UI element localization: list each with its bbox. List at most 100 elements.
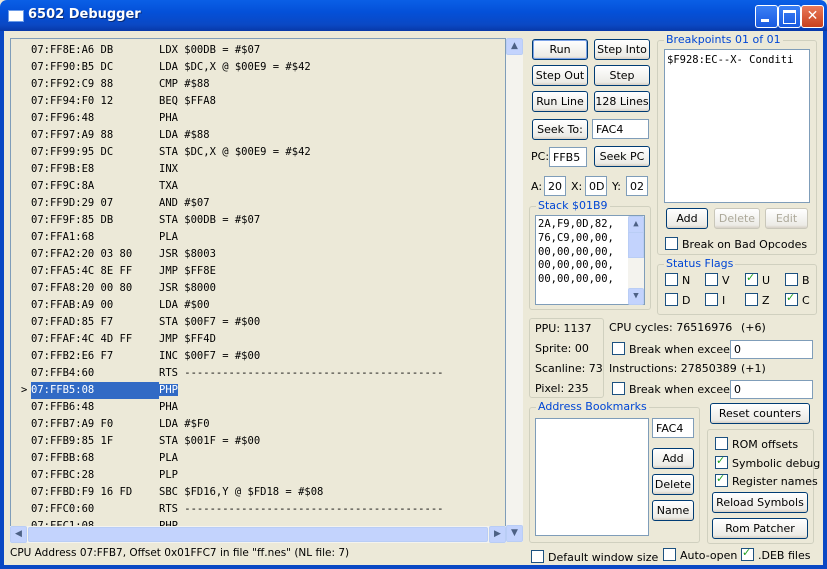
- checkbox-box[interactable]: [715, 437, 728, 450]
- step-out-button[interactable]: Step Out: [532, 65, 588, 86]
- run-128-lines-button[interactable]: 128 Lines: [594, 91, 650, 112]
- checkbox-box[interactable]: ✓: [715, 454, 728, 469]
- disassembly-line[interactable]: 07:FF94:F0 12 BEQ $FFA8: [31, 93, 216, 110]
- disassembly-line[interactable]: 07:FFB6:48 PHA: [31, 399, 178, 416]
- break-cycles-input[interactable]: 0: [730, 340, 813, 359]
- maximize-button[interactable]: [778, 5, 801, 28]
- step-into-button[interactable]: Step Into: [594, 39, 650, 60]
- disassembly-line[interactable]: 07:FFBD:F9 16 FD SBC $FD16,Y @ $FD18 = #$…: [31, 484, 323, 501]
- flag-n-checkbox[interactable]: N: [665, 273, 690, 287]
- disassembly-line[interactable]: 07:FFAB:A9 00 LDA #$00: [31, 297, 210, 314]
- stack-scroll-thumb[interactable]: [628, 232, 644, 258]
- stack-scroll-up-icon[interactable]: ▲: [628, 216, 644, 233]
- disassembly-line[interactable]: 07:FFB4:60 RTS --------------------------…: [31, 365, 443, 382]
- break-bad-opcodes-checkbox[interactable]: Break on Bad Opcodes: [665, 237, 807, 251]
- flag-i-checkbox[interactable]: I: [705, 293, 725, 307]
- reload-symbols-button[interactable]: Reload Symbols: [712, 492, 808, 513]
- break-cycles-checkbox[interactable]: Break when exceed: [612, 342, 737, 356]
- rom-patcher-button[interactable]: Rom Patcher: [712, 518, 808, 539]
- register-names-checkbox[interactable]: ✓ Register names: [715, 472, 818, 488]
- reg-x-input[interactable]: 0D: [585, 176, 607, 196]
- disassembly-line[interactable]: 07:FFBB:68 PLA: [31, 450, 178, 467]
- disassembly-hscroll[interactable]: ◀ ▶: [10, 526, 506, 543]
- close-button[interactable]: ✕: [801, 5, 824, 28]
- rom-offsets-checkbox[interactable]: ROM offsets: [715, 437, 798, 451]
- disassembly-line[interactable]: 07:FF90:B5 DC LDA $DC,X @ $00E9 = #$42: [31, 59, 311, 76]
- disassembly-line[interactable]: 07:FFC0:60 RTS --------------------------…: [31, 501, 443, 518]
- disassembly-line[interactable]: 07:FF9B:E8 INX: [31, 161, 178, 178]
- disassembly-line[interactable]: 07:FF9F:85 DB STA $00DB = #$07: [31, 212, 260, 229]
- flag-b-checkbox[interactable]: B: [785, 273, 810, 287]
- disassembly-line[interactable]: 07:FFA8:20 00 80 JSR $8000: [31, 280, 216, 297]
- disassembly-line[interactable]: 07:FF8E:A6 DB LDX $00DB = #$07: [31, 42, 260, 59]
- scroll-right-arrow-icon[interactable]: ▶: [489, 526, 506, 543]
- run-line-button[interactable]: Run Line: [532, 91, 588, 112]
- checkbox-box[interactable]: [745, 293, 758, 306]
- breakpoint-edit-button[interactable]: Edit: [765, 208, 808, 229]
- minimize-button[interactable]: [755, 5, 778, 28]
- stack-list[interactable]: 2A,F9,0D,82, 76,C9,00,00, 00,00,00,00, 00,0…: [535, 215, 645, 305]
- disassembly-line[interactable]: 07:FF9D:29 07 AND #$07: [31, 195, 210, 212]
- seek-to-input[interactable]: FAC4: [592, 119, 649, 139]
- run-button[interactable]: Run: [532, 39, 588, 60]
- checkbox-box[interactable]: [531, 550, 544, 563]
- breakpoints-list[interactable]: $F928:EC--X- Conditi: [664, 49, 810, 203]
- checkbox-box[interactable]: ✓: [715, 472, 728, 487]
- checkbox-box[interactable]: [663, 548, 676, 561]
- bookmark-delete-button[interactable]: Delete: [652, 474, 694, 495]
- flag-z-checkbox[interactable]: Z: [745, 293, 770, 307]
- breakpoint-delete-button[interactable]: Delete: [714, 208, 760, 229]
- symbolic-debug-checkbox[interactable]: ✓ Symbolic debug: [715, 454, 820, 470]
- checkbox-box[interactable]: [705, 273, 718, 286]
- disassembly-line[interactable]: 07:FFB2:E6 F7 INC $00F7 = #$00: [31, 348, 260, 365]
- scroll-up-arrow-icon[interactable]: ▲: [506, 38, 523, 55]
- pc-input[interactable]: FFB5: [549, 147, 587, 167]
- reset-counters-button[interactable]: Reset counters: [710, 403, 810, 424]
- scroll-left-arrow-icon[interactable]: ◀: [10, 526, 27, 543]
- bookmark-address-input[interactable]: FAC4: [652, 418, 694, 438]
- bookmark-add-button[interactable]: Add: [652, 448, 694, 469]
- flag-u-checkbox[interactable]: ✓ U: [745, 271, 770, 287]
- checkbox-box[interactable]: [665, 273, 678, 286]
- auto-open-checkbox[interactable]: Auto-open: [663, 548, 737, 562]
- breakpoint-add-button[interactable]: Add: [666, 208, 708, 229]
- checkbox-box[interactable]: [785, 273, 798, 286]
- disassembly-line[interactable]: 07:FF96:48 PHA: [31, 110, 178, 127]
- flag-d-checkbox[interactable]: D: [665, 293, 690, 307]
- disassembly-line[interactable]: 07:FF99:95 DC STA $DC,X @ $00E9 = #$42: [31, 144, 311, 161]
- disassembly-line[interactable]: 07:FF92:C9 88 CMP #$88: [31, 76, 210, 93]
- flag-v-checkbox[interactable]: V: [705, 273, 730, 287]
- checkbox-box[interactable]: ✓: [745, 271, 758, 286]
- bookmarks-list[interactable]: [535, 418, 649, 536]
- disassembly-line[interactable]: 07:FFA1:68 PLA: [31, 229, 178, 246]
- disassembly-line[interactable]: 07:FFBC:28 PLP: [31, 467, 178, 484]
- disassembly-line[interactable]: 07:FFAD:85 F7 STA $00F7 = #$00: [31, 314, 260, 331]
- disassembly-line[interactable]: 07:FF97:A9 88 LDA #$88: [31, 127, 210, 144]
- stack-scroll-down-icon[interactable]: ▼: [628, 288, 644, 305]
- break-instructions-input[interactable]: 0: [730, 380, 813, 399]
- title-bar[interactable]: 6502 Debugger ✕: [0, 0, 827, 31]
- checkbox-box[interactable]: [612, 342, 625, 355]
- disassembly-line[interactable]: 07:FFA5:4C 8E FF JMP $FF8E: [31, 263, 216, 280]
- reg-a-input[interactable]: 20: [544, 176, 566, 196]
- seek-to-button[interactable]: Seek To:: [532, 119, 588, 140]
- break-instructions-checkbox[interactable]: Break when exceed: [612, 382, 737, 396]
- reg-y-input[interactable]: 02: [626, 176, 648, 196]
- checkbox-box[interactable]: [665, 237, 678, 250]
- hscroll-thumb[interactable]: [28, 527, 488, 542]
- checkbox-box[interactable]: ✓: [741, 546, 754, 561]
- seek-pc-button[interactable]: Seek PC: [594, 146, 650, 167]
- disassembly-line[interactable]: 07:FFB7:A9 F0 LDA #$F0: [31, 416, 210, 433]
- disassembly-line[interactable]: >07:FFB5:08 PHP: [21, 382, 178, 399]
- checkbox-box[interactable]: [705, 293, 718, 306]
- disassembly-line[interactable]: 07:FFAF:4C 4D FF JMP $FF4D: [31, 331, 216, 348]
- breakpoint-item[interactable]: $F928:EC--X- Conditi: [667, 54, 793, 66]
- stack-vscroll[interactable]: ▲ ▼: [628, 216, 644, 305]
- flag-c-checkbox[interactable]: ✓ C: [785, 291, 810, 307]
- default-window-size-checkbox[interactable]: Default window size: [531, 550, 658, 564]
- scroll-down-arrow-icon[interactable]: ▼: [506, 525, 523, 542]
- disassembly-line[interactable]: 07:FFB9:85 1F STA $001F = #$00: [31, 433, 260, 450]
- disassembly-view[interactable]: 07:FF8E:A6 DB LDX $00DB = #$07 07:FF90:B5 …: [10, 38, 506, 528]
- checkbox-box[interactable]: [612, 382, 625, 395]
- checkbox-box[interactable]: ✓: [785, 291, 798, 306]
